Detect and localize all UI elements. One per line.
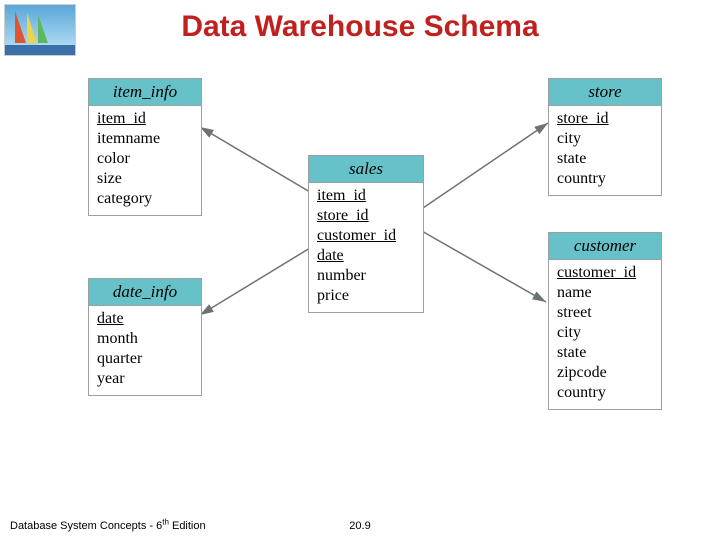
column: price bbox=[317, 286, 415, 306]
table-customer: customer customer_idnamestreetcitystatez… bbox=[548, 232, 662, 410]
column: state bbox=[557, 343, 653, 363]
column: year bbox=[97, 369, 193, 389]
column: city bbox=[557, 323, 653, 343]
column-key: store_id bbox=[557, 109, 653, 129]
table-columns: store_idcitystatecountry bbox=[549, 106, 661, 195]
column: category bbox=[97, 189, 193, 209]
table-columns: customer_idnamestreetcitystatezipcodecou… bbox=[549, 260, 661, 409]
column: street bbox=[557, 303, 653, 323]
column: country bbox=[557, 383, 653, 403]
column: name bbox=[557, 283, 653, 303]
column: itemname bbox=[97, 129, 193, 149]
column: country bbox=[557, 169, 653, 189]
table-columns: datemonthquarteryear bbox=[89, 306, 201, 395]
table-sales: sales item_idstore_idcustomer_iddatenumb… bbox=[308, 155, 424, 313]
table-columns: item_iditemnamecolorsizecategory bbox=[89, 106, 201, 215]
column-key: customer_id bbox=[557, 263, 653, 283]
column: quarter bbox=[97, 349, 193, 369]
table-columns: item_idstore_idcustomer_iddatenumberpric… bbox=[309, 183, 423, 312]
table-header: date_info bbox=[89, 279, 201, 306]
table-header: store bbox=[549, 79, 661, 106]
column: zipcode bbox=[557, 363, 653, 383]
column: city bbox=[557, 129, 653, 149]
table-header: sales bbox=[309, 156, 423, 183]
column-key: date bbox=[317, 246, 415, 266]
column: number bbox=[317, 266, 415, 286]
column-key: store_id bbox=[317, 206, 415, 226]
column-key: customer_id bbox=[317, 226, 415, 246]
column: size bbox=[97, 169, 193, 189]
table-date-info: date_info datemonthquarteryear bbox=[88, 278, 202, 396]
column-key: date bbox=[97, 309, 193, 329]
table-store: store store_idcitystatecountry bbox=[548, 78, 662, 196]
column: month bbox=[97, 329, 193, 349]
table-header: customer bbox=[549, 233, 661, 260]
table-header: item_info bbox=[89, 79, 201, 106]
table-item-info: item_info item_iditemnamecolorsizecatego… bbox=[88, 78, 202, 216]
column-key: item_id bbox=[97, 109, 193, 129]
column-key: item_id bbox=[317, 186, 415, 206]
column: state bbox=[557, 149, 653, 169]
column: color bbox=[97, 149, 193, 169]
